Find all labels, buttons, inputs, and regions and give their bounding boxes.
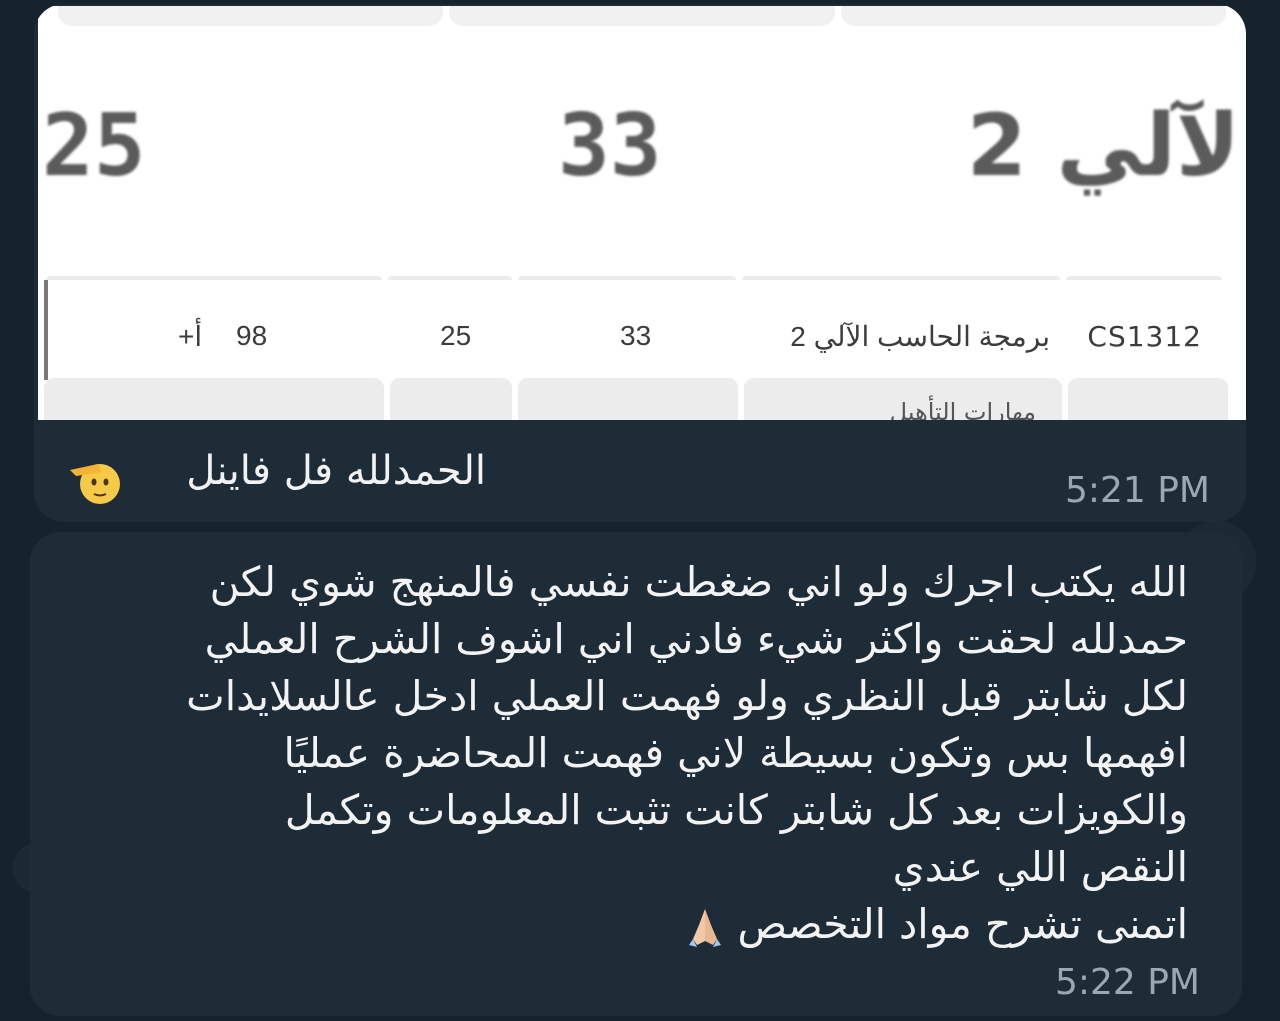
next-course-name: مهارات التأهيل <box>889 398 1036 420</box>
course-name: برمجة الحاسب الآلي 2 <box>790 321 1050 352</box>
zoomed-value-2: 33 <box>558 96 662 196</box>
course-code: CS1312 <box>1087 320 1202 353</box>
message-line: حمدلله لحقت واكثر شيء فادني اني اشوف الش… <box>204 615 1188 663</box>
folded-hands-icon <box>689 909 722 947</box>
grade-table-next-row: مهارات التأهيل <box>38 378 1246 420</box>
message-bubble-text[interactable]: الله يكتب اجرك ولو اني ضغطت نفسي فالمنهج… <box>30 532 1242 1016</box>
message-line: والكويزات بعد كل شابتر كانت تثبت المعلوم… <box>284 786 1188 834</box>
message-line-text: اتمنى تشرح مواد التخصص <box>737 900 1188 948</box>
message-line-last: اتمنى تشرح مواد التخصص <box>58 896 1188 953</box>
grade-table-row: CS1312 برمجة الحاسب الآلي 2 33 25 98 أ+ <box>44 280 1246 380</box>
message-line: النقص اللي عندي <box>892 843 1188 891</box>
message-timestamp: 5:22 PM <box>1054 962 1200 1003</box>
message-bubble-photo[interactable]: 25 33 لآلي 2 CS1312 برمجة الحاسب الآلي 2… <box>34 4 1246 522</box>
zoomed-value-1: 25 <box>42 96 146 196</box>
message-line: الله يكتب اجرك ولو اني ضغطت نفسي فالمنهج… <box>209 558 1188 606</box>
photo-top-strip <box>38 6 1246 30</box>
message-timestamp: 5:21 PM <box>1064 470 1210 511</box>
grade-screenshot-photo[interactable]: 25 33 لآلي 2 CS1312 برمجة الحاسب الآلي 2… <box>38 6 1246 420</box>
zoomed-grade-row: 25 33 لآلي 2 <box>38 96 1246 246</box>
message-text: الله يكتب اجرك ولو اني ضغطت نفسي فالمنهج… <box>58 554 1188 953</box>
message-caption: الحمدلله فل فاينل <box>186 448 486 494</box>
saluting-face-icon <box>70 464 120 504</box>
zoomed-course-name: لآلي 2 <box>966 96 1240 196</box>
message-line: افهمها بس وتكون بسيطة لاني فهمت المحاضرة… <box>283 729 1188 777</box>
grade-total: 98 <box>236 320 268 351</box>
grade-col-2: 25 <box>440 320 472 351</box>
letter-grade: أ+ <box>178 321 203 352</box>
message-line: لكل شابتر قبل النظري ولو فهمت العملي ادخ… <box>186 672 1188 720</box>
grade-col-1: 33 <box>620 320 652 351</box>
